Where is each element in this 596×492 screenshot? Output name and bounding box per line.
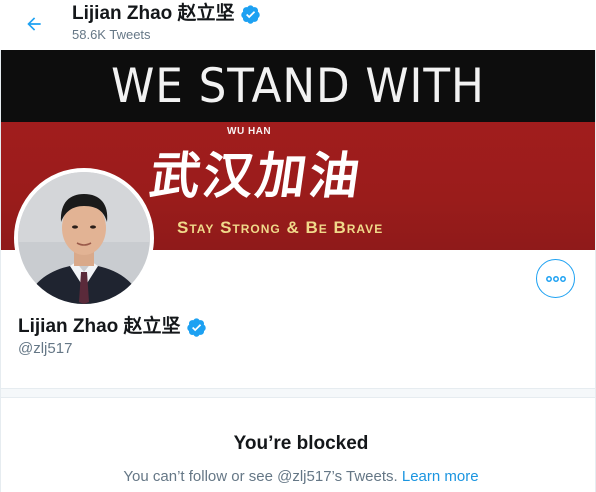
back-button[interactable] [18, 8, 50, 40]
more-options-icon [545, 275, 566, 282]
banner-slogan: Stay Strong & Be Brave [177, 218, 384, 237]
profile-name: Lijian Zhao 赵立坚 [18, 316, 207, 338]
verified-badge-icon [186, 317, 206, 337]
tweet-count: 58.6K Tweets [72, 27, 151, 42]
section-divider [1, 388, 595, 398]
avatar-portrait [18, 172, 150, 304]
blocked-message-text: You can’t follow or see @zlj517’s Tweets… [123, 468, 398, 485]
header-name: Lijian Zhao 赵立坚 [72, 3, 235, 24]
verified-badge-icon [240, 4, 260, 24]
profile-display-name: Lijian Zhao 赵立坚 [18, 316, 181, 337]
profile-handle: @zlj517 [18, 340, 73, 357]
avatar[interactable] [14, 168, 154, 308]
profile-header-bar: Lijian Zhao 赵立坚 58.6K Tweets [0, 0, 596, 50]
blocked-title: You’re blocked [233, 433, 369, 454]
banner-headline: WE STAND WITH [111, 58, 485, 114]
blocked-message: You can’t follow or see @zlj517’s Tweets… [0, 468, 596, 485]
learn-more-link[interactable]: Learn more [402, 468, 479, 485]
arrow-left-icon [27, 17, 41, 31]
header-title: Lijian Zhao 赵立坚 [72, 3, 261, 25]
banner-headline-strip: WE STAND WITH [1, 50, 595, 122]
more-options-button[interactable] [536, 259, 575, 298]
banner-chinese-text: 武汉加油 [146, 147, 367, 205]
